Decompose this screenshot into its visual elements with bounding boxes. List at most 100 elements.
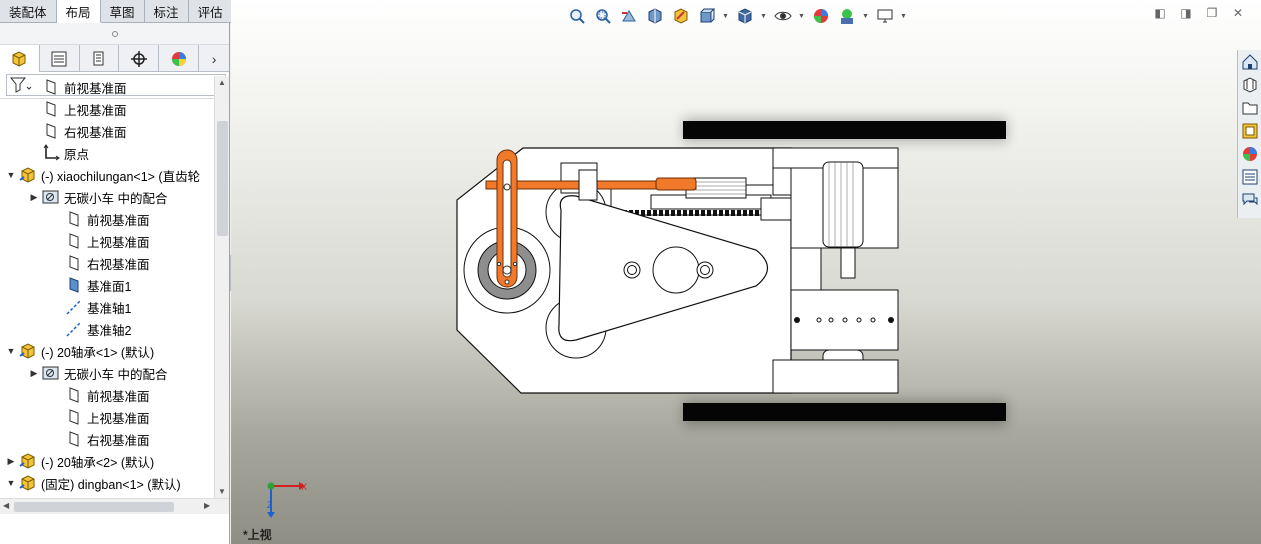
tree-item[interactable]: 上视基准面 bbox=[27, 98, 127, 120]
design-library-button[interactable] bbox=[1239, 74, 1261, 96]
folder-icon bbox=[1242, 102, 1258, 115]
configuration-manager-tab[interactable] bbox=[80, 45, 120, 72]
tree-item[interactable]: 右视基准面 bbox=[50, 428, 150, 450]
tree-expander-icon[interactable]: ▶ bbox=[27, 192, 41, 203]
triad-x-label: X bbox=[301, 482, 307, 492]
command-tab-4[interactable]: 评估 bbox=[189, 0, 233, 23]
tree-item[interactable]: ▶ (-) 20轴承<2> (默认) bbox=[4, 450, 154, 472]
wheel-top[interactable] bbox=[683, 118, 1007, 142]
assembly-tree-icon bbox=[12, 50, 26, 67]
feature-tree: 前视基准面 上视基准面 右视基准面 原点 ▼ (-) xiaochilungan<1> (… bbox=[0, 76, 214, 498]
scroll-up-arrow-icon[interactable]: ▲ bbox=[218, 78, 226, 87]
tree-expander-icon[interactable]: ▶ bbox=[4, 456, 18, 467]
tree-item[interactable]: 前视基准面 bbox=[50, 384, 150, 406]
wheel-bottom[interactable] bbox=[683, 400, 1007, 426]
tree-item[interactable]: 上视基准面 bbox=[50, 230, 150, 252]
tree-item[interactable]: 右视基准面 bbox=[27, 120, 127, 142]
tree-item[interactable]: ▼ (-) 20轴承<1> (默认) bbox=[4, 340, 154, 362]
tree-item[interactable]: 右视基准面 bbox=[50, 252, 150, 274]
tree-expander-icon[interactable]: ▶ bbox=[27, 368, 41, 379]
tree-item-label: 无碳小车 中的配合 bbox=[64, 191, 168, 206]
tree-item[interactable]: 基准面1 bbox=[50, 274, 131, 296]
axis-icon bbox=[64, 298, 84, 316]
scroll-thumb[interactable] bbox=[217, 121, 228, 236]
tree-item[interactable]: ▼ (-) xiaochilungan<1> (直齿轮 bbox=[4, 164, 200, 186]
crosshair-icon bbox=[130, 50, 147, 67]
scroll-left-arrow-icon[interactable]: ◀ bbox=[3, 501, 9, 510]
tree-item-label: 基准轴1 bbox=[87, 301, 132, 316]
tree-item[interactable]: 基准轴1 bbox=[50, 296, 131, 318]
triad-z-label: Z bbox=[267, 500, 273, 510]
tree-item[interactable]: ▶ 无碳小车 中的配合 bbox=[27, 186, 167, 208]
plane-icon bbox=[64, 430, 84, 448]
view-orientation-label: *上视 bbox=[243, 528, 272, 542]
graphics-area[interactable]: ▼ ▼ ▼ ▼ ▼ ◧ ◨ ❐ ✕ X Z *上视 bbox=[231, 0, 1261, 544]
feature-manager-tab[interactable] bbox=[0, 45, 40, 72]
tree-expander-icon[interactable]: ▼ bbox=[4, 170, 18, 180]
tree-expander-icon[interactable]: ▼ bbox=[4, 478, 18, 488]
tree-vertical-scrollbar[interactable]: ▲ ▼ bbox=[214, 76, 229, 498]
tree-item[interactable]: 基准轴2 bbox=[50, 318, 131, 340]
home-icon bbox=[1242, 54, 1258, 70]
tree-item[interactable]: ▶ 无碳小车 中的配合 bbox=[27, 362, 167, 384]
library-icon bbox=[1243, 77, 1257, 93]
scroll-right-arrow-icon[interactable]: ▶ bbox=[204, 501, 210, 510]
appearances-button[interactable] bbox=[1239, 143, 1261, 165]
forum-button[interactable] bbox=[1239, 189, 1261, 211]
plane-icon bbox=[41, 78, 61, 96]
tree-horizontal-scrollbar[interactable]: ◀ ▶ bbox=[0, 498, 229, 514]
ref-plane-icon bbox=[64, 276, 84, 294]
command-tab-3[interactable]: 标注 bbox=[145, 0, 189, 23]
origin-icon bbox=[41, 144, 61, 162]
view-palette-button[interactable] bbox=[1239, 120, 1261, 142]
axis-icon bbox=[64, 320, 84, 338]
command-tab-0[interactable]: 装配体 bbox=[0, 0, 57, 23]
tree-item[interactable]: 前视基准面 bbox=[27, 76, 127, 98]
dimxpert-tab[interactable] bbox=[119, 45, 160, 72]
tree-expander-icon[interactable]: ▼ bbox=[4, 346, 18, 356]
appearance-sphere-icon bbox=[171, 51, 186, 66]
display-manager-tab[interactable] bbox=[159, 45, 200, 72]
plane-icon bbox=[64, 210, 84, 228]
tree-item-label: 原点 bbox=[64, 147, 90, 162]
tree-item[interactable]: ▼ (固定) dingban<1> (默认) bbox=[4, 472, 181, 494]
properties-list-icon bbox=[1242, 169, 1258, 185]
tree-item-label: 上视基准面 bbox=[64, 103, 127, 118]
tree-item-label: 上视基准面 bbox=[87, 235, 150, 250]
mates-icon bbox=[41, 188, 61, 206]
view-palette-icon bbox=[1242, 123, 1258, 139]
tree-item[interactable]: 上视基准面 bbox=[50, 406, 150, 428]
file-explorer-button[interactable] bbox=[1239, 97, 1261, 119]
command-tab-1[interactable]: 布局 bbox=[56, 0, 101, 23]
tree-item[interactable]: 原点 bbox=[27, 142, 89, 164]
task-pane bbox=[1237, 50, 1261, 218]
property-list-icon bbox=[51, 51, 67, 66]
tree-item-label: (-) 20轴承<1> (默认) bbox=[41, 345, 155, 360]
appearances-sphere-icon bbox=[1243, 147, 1257, 161]
part-icon bbox=[18, 474, 38, 492]
plane-icon bbox=[41, 122, 61, 140]
hscroll-thumb[interactable] bbox=[14, 502, 174, 512]
tree-item[interactable]: 前视基准面 bbox=[50, 208, 150, 230]
scroll-down-arrow-icon[interactable]: ▼ bbox=[218, 487, 226, 496]
tree-item-label: 右视基准面 bbox=[87, 257, 150, 272]
tree-item-label: 前视基准面 bbox=[87, 389, 150, 404]
model-render[interactable] bbox=[231, 0, 1261, 544]
tree-item-label: (-) 20轴承<2> (默认) bbox=[41, 455, 155, 470]
plane-icon bbox=[64, 386, 84, 404]
manager-tabs: › bbox=[0, 45, 229, 72]
part-icon bbox=[18, 166, 38, 184]
plane-icon bbox=[64, 254, 84, 272]
tree-item-label: 基准轴2 bbox=[87, 323, 132, 338]
custom-properties-button[interactable] bbox=[1239, 166, 1261, 188]
tree-item-label: (-) xiaochilungan<1> (直齿轮 bbox=[41, 169, 201, 184]
command-tab-2[interactable]: 草图 bbox=[101, 0, 145, 23]
home-button[interactable] bbox=[1239, 51, 1261, 73]
axis-triad: X Z bbox=[267, 482, 307, 518]
panel-grip[interactable] bbox=[0, 23, 229, 45]
property-manager-tab[interactable] bbox=[40, 45, 80, 72]
mates-icon bbox=[41, 364, 61, 382]
more-tabs-chevron-icon[interactable]: › bbox=[199, 45, 229, 72]
tree-item-label: 右视基准面 bbox=[64, 125, 127, 140]
rear-axle-assembly[interactable] bbox=[772, 147, 899, 394]
